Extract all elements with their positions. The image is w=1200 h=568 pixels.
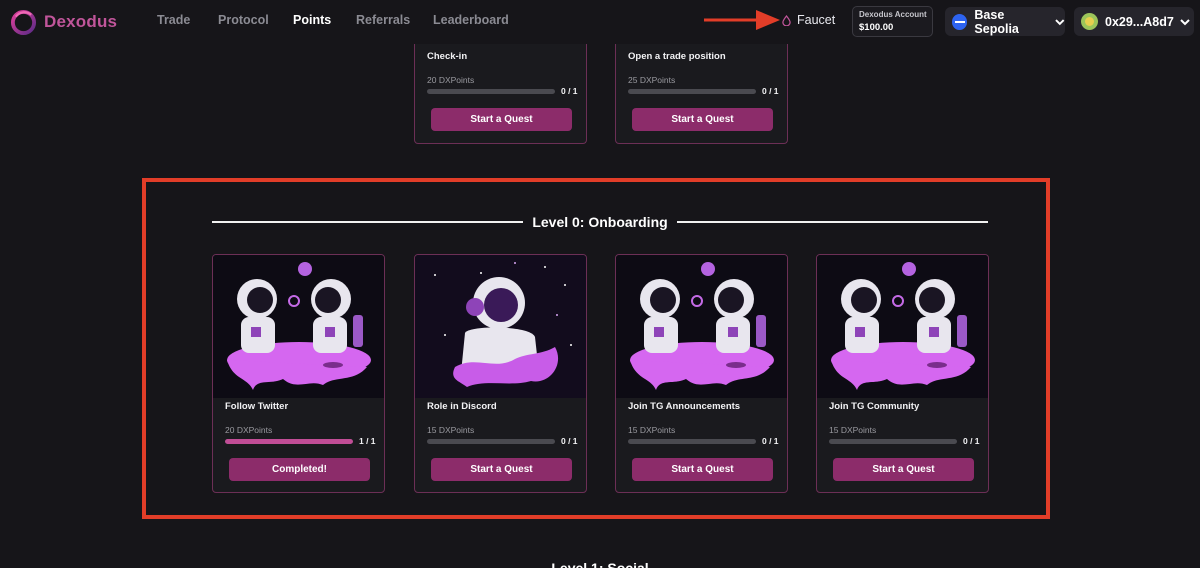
- nav-trade[interactable]: Trade: [157, 13, 190, 27]
- quest-progress-count: 0 / 1: [762, 436, 779, 446]
- quest-points: 25 DXPoints: [628, 75, 676, 85]
- quest-card: Check-in 20 DXPoints 0 / 1 Start a Quest: [414, 30, 587, 144]
- quest-progress-count: 0 / 1: [561, 86, 578, 96]
- faucet-link[interactable]: Faucet: [782, 13, 835, 27]
- droplet-icon: [782, 14, 791, 26]
- quest-progress-count: 0 / 1: [762, 86, 779, 96]
- quest-title: Open a trade position: [628, 51, 726, 62]
- quest-card-join-tg-community: Join TG Community 15 DXPoints 0 / 1 Star…: [816, 254, 989, 493]
- quest-progress-bar: [427, 89, 555, 94]
- quest-title: Role in Discord: [427, 401, 497, 412]
- start-quest-button[interactable]: Start a Quest: [431, 108, 572, 131]
- nav-leaderboard[interactable]: Leaderboard: [433, 13, 509, 27]
- quest-card: Open a trade position 25 DXPoints 0 / 1 …: [615, 30, 788, 144]
- start-quest-button[interactable]: Start a Quest: [632, 458, 773, 481]
- account-balance: $100.00: [859, 22, 894, 33]
- quest-title: Join TG Announcements: [628, 401, 741, 412]
- quest-progress-count: 0 / 1: [561, 436, 578, 446]
- logo-icon: [10, 9, 37, 35]
- nav-protocol[interactable]: Protocol: [218, 13, 269, 27]
- quest-progress-bar: [628, 89, 756, 94]
- divider: [212, 221, 524, 223]
- quest-title: Follow Twitter: [225, 401, 289, 412]
- faucet-label: Faucet: [797, 13, 836, 27]
- nav-referrals[interactable]: Referrals: [356, 13, 410, 27]
- start-quest-button[interactable]: Start a Quest: [632, 108, 773, 131]
- quest-points: 15 DXPoints: [829, 425, 877, 435]
- wallet-avatar: [1081, 13, 1098, 30]
- quest-card-follow-twitter: Follow Twitter 20 DXPoints 1 / 1 Complet…: [212, 254, 385, 493]
- app-name: Dexodus: [44, 12, 118, 31]
- quest-points: 15 DXPoints: [427, 425, 475, 435]
- quest-card-join-tg-announcements: Join TG Announcements 15 DXPoints 0 / 1 …: [615, 254, 788, 493]
- quest-title: Check-in: [427, 51, 468, 62]
- chevron-down-icon: [1180, 18, 1190, 25]
- quest-points: 20 DXPoints: [427, 75, 475, 85]
- astronauts-image: [616, 255, 787, 398]
- wallet-button[interactable]: 0x29...A8d7: [1074, 7, 1194, 36]
- chevron-down-icon: [1055, 18, 1065, 25]
- quest-progress-count: 1 / 1: [359, 436, 376, 446]
- quest-progress-bar: [225, 439, 353, 444]
- account-title: Dexodus Account: [859, 10, 927, 19]
- quest-progress-count: 0 / 1: [963, 436, 980, 446]
- completed-button[interactable]: Completed!: [229, 458, 370, 481]
- base-network-icon: [952, 13, 968, 30]
- annotation-arrow-icon: [704, 10, 780, 30]
- quest-card-role-in-discord: Role in Discord 15 DXPoints 0 / 1 Start …: [414, 254, 587, 493]
- points-page: Dexodus Trade Protocol Points Referrals …: [0, 0, 1200, 568]
- quest-progress-fill: [225, 439, 353, 444]
- astronauts-image: [213, 255, 384, 398]
- quest-progress-bar: [628, 439, 756, 444]
- level-0-header: Level 0: Onboarding: [212, 212, 989, 232]
- divider: [676, 221, 989, 223]
- quest-points: 20 DXPoints: [225, 425, 273, 435]
- nav-points[interactable]: Points: [293, 13, 331, 27]
- astronauts-image: [817, 255, 988, 398]
- quest-progress-bar: [427, 439, 555, 444]
- logo[interactable]: Dexodus: [10, 8, 117, 36]
- network-selector[interactable]: Base Sepolia: [945, 7, 1065, 36]
- astronaut-image: [415, 255, 586, 398]
- level-1-title: Level 1: Social: [551, 560, 649, 568]
- top-navbar: Dexodus Trade Protocol Points Referrals …: [0, 0, 1200, 44]
- quest-points: 15 DXPoints: [628, 425, 676, 435]
- account-summary[interactable]: Dexodus Account $100.00: [852, 6, 933, 37]
- network-label: Base Sepolia: [974, 7, 1019, 36]
- quest-progress-bar: [829, 439, 957, 444]
- level-0-title: Level 0: Onboarding: [532, 214, 668, 230]
- start-quest-button[interactable]: Start a Quest: [431, 458, 572, 481]
- wallet-address: 0x29...A8d7: [1105, 14, 1174, 29]
- quest-title: Join TG Community: [829, 401, 920, 412]
- start-quest-button[interactable]: Start a Quest: [833, 458, 974, 481]
